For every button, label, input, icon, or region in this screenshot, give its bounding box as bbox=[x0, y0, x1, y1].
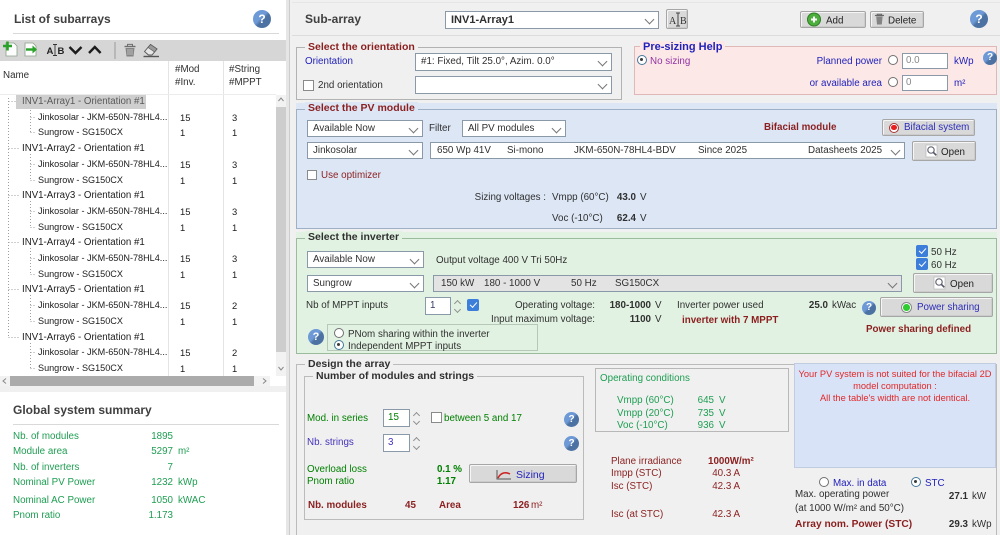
svg-text:Delete: Delete bbox=[888, 16, 917, 27]
svg-text:A: A bbox=[669, 16, 677, 27]
svg-text:Add: Add bbox=[826, 16, 843, 27]
svg-text:Sizing: Sizing bbox=[516, 469, 545, 481]
svg-text:Open: Open bbox=[950, 279, 974, 290]
svg-text:B: B bbox=[680, 16, 687, 27]
svg-text:Open: Open bbox=[941, 147, 965, 158]
